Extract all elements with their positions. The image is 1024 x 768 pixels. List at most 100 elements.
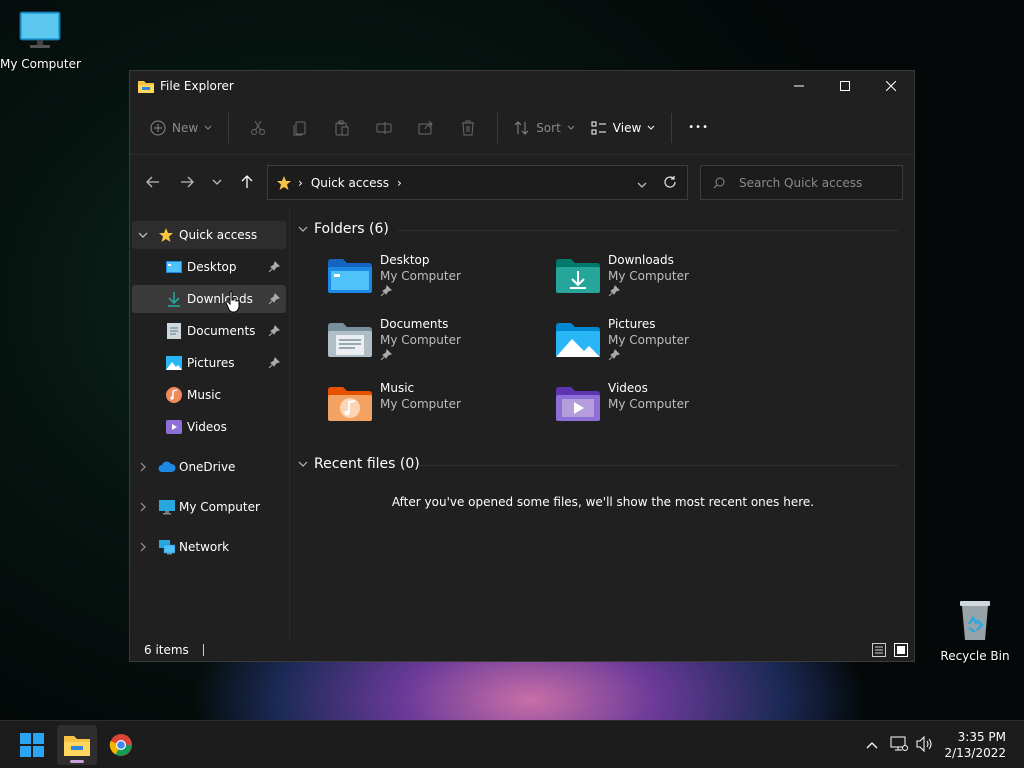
copy-button[interactable]	[285, 112, 315, 144]
desktop-icon-label: Recycle Bin	[940, 649, 1010, 663]
details-view-button[interactable]	[872, 643, 886, 660]
chrome-icon	[109, 734, 132, 756]
folder-tile-videos[interactable]: Videos My Computer	[556, 381, 776, 437]
breadcrumb-separator: ›	[298, 175, 303, 190]
tiles-view-button[interactable]	[894, 643, 908, 660]
sort-label: Sort	[536, 120, 561, 135]
trash-icon	[462, 120, 475, 135]
start-button[interactable]	[12, 725, 52, 765]
status-divider	[202, 644, 204, 656]
sidebar-item-onedrive[interactable]: OneDrive	[132, 453, 286, 481]
view-label: View	[612, 120, 642, 135]
recent-locations-button[interactable]	[202, 167, 232, 197]
clock-date: 2/13/2022	[944, 746, 1006, 760]
details-view-icon	[872, 643, 886, 657]
up-button[interactable]	[232, 167, 262, 197]
maximize-button[interactable]	[822, 71, 868, 101]
forward-button[interactable]	[172, 167, 202, 197]
share-button[interactable]	[411, 112, 441, 144]
sidebar-item-label: Videos	[187, 420, 227, 434]
folder-location: My Computer	[380, 333, 461, 347]
chevron-right-icon	[140, 502, 146, 512]
clock[interactable]: 3:35 PM 2/13/2022	[944, 729, 1006, 761]
paste-button[interactable]	[327, 112, 357, 144]
chevron-down-icon	[212, 179, 222, 185]
chevron-down-icon	[138, 232, 148, 238]
more-options-label: •••	[688, 122, 709, 133]
sidebar-item-downloads[interactable]: Downloads	[132, 285, 286, 313]
view-icon	[591, 121, 606, 134]
item-count: 6 items	[144, 643, 189, 657]
music-icon	[166, 387, 182, 403]
pin-icon	[268, 357, 280, 369]
folder-tile-desktop[interactable]: Desktop My Computer	[328, 253, 548, 309]
folders-section-header[interactable]: Folders (6)	[298, 221, 898, 237]
toolbar-divider	[671, 112, 673, 143]
more-options-button[interactable]: •••	[680, 112, 717, 144]
folders-section-title: Folders (6)	[314, 221, 389, 237]
chevron-right-icon	[140, 462, 146, 472]
taskbar: 3:35 PM 2/13/2022	[0, 720, 1024, 768]
title-bar[interactable]: File Explorer	[130, 71, 914, 101]
mouse-cursor-icon	[225, 291, 240, 313]
new-button[interactable]: New	[142, 112, 220, 144]
sidebar-item-my-computer[interactable]: My Computer	[132, 493, 286, 521]
recent-files-section-header[interactable]: Recent files (0)	[298, 456, 898, 472]
breadcrumb-separator: ›	[397, 175, 402, 190]
videos-icon	[166, 420, 182, 434]
breadcrumb-location[interactable]: Quick access	[311, 176, 389, 190]
search-box[interactable]: Search Quick access	[700, 165, 903, 200]
show-hidden-icons-button[interactable]	[866, 738, 878, 752]
view-button[interactable]: View	[583, 112, 663, 144]
sidebar-item-label: My Computer	[179, 500, 260, 514]
chevron-down-icon	[567, 125, 575, 130]
pin-icon	[608, 285, 620, 297]
sidebar-item-pictures[interactable]: Pictures	[132, 349, 286, 377]
sidebar-item-label: Downloads	[187, 292, 253, 306]
toolbar-divider	[497, 112, 499, 143]
recent-files-section-title: Recent files (0)	[314, 456, 420, 472]
address-dropdown-button[interactable]	[637, 177, 647, 191]
folder-tile-pictures[interactable]: Pictures My Computer	[556, 317, 776, 373]
refresh-button[interactable]	[663, 175, 677, 192]
search-icon	[713, 177, 725, 188]
sidebar-item-label: Music	[187, 388, 222, 402]
folder-location: My Computer	[608, 269, 689, 283]
sort-button[interactable]: Sort	[506, 112, 583, 144]
chevron-down-icon	[298, 461, 308, 467]
desktop-icon	[166, 261, 182, 273]
sidebar-item-network[interactable]: Network	[132, 533, 286, 561]
folder-tile-music[interactable]: Music My Computer	[328, 381, 548, 437]
desktop-icon-my-computer[interactable]: My Computer	[0, 10, 81, 71]
pin-icon	[268, 261, 280, 273]
delete-button[interactable]	[453, 112, 483, 144]
folder-location: My Computer	[380, 269, 461, 283]
sidebar-item-videos[interactable]: Videos	[132, 413, 286, 441]
pin-icon	[268, 293, 280, 305]
folder-tile-documents[interactable]: Documents My Computer	[328, 317, 548, 373]
back-button[interactable]	[138, 167, 168, 197]
volume-button[interactable]	[916, 735, 934, 755]
documents-folder-icon	[328, 323, 372, 357]
desktop-icon-label: My Computer	[0, 57, 81, 71]
minimize-button[interactable]	[776, 71, 822, 101]
folder-tile-downloads[interactable]: Downloads My Computer	[556, 253, 776, 309]
sidebar-item-label: OneDrive	[179, 460, 236, 474]
address-bar[interactable]: › Quick access ›	[267, 165, 688, 200]
rename-button[interactable]	[369, 112, 399, 144]
sidebar-item-quick-access[interactable]: Quick access	[132, 221, 286, 249]
taskbar-chrome[interactable]	[101, 725, 141, 765]
sidebar-item-desktop[interactable]: Desktop	[132, 253, 286, 281]
network-status-button[interactable]	[890, 736, 909, 755]
window-title: File Explorer	[160, 79, 234, 93]
sidebar-item-music[interactable]: Music	[132, 381, 286, 409]
folder-icon	[64, 736, 90, 756]
arrow-left-icon	[146, 176, 159, 188]
cut-button[interactable]	[243, 112, 273, 144]
sidebar-item-documents[interactable]: Documents	[132, 317, 286, 345]
taskbar-file-explorer[interactable]	[57, 725, 97, 765]
close-button[interactable]	[868, 71, 914, 101]
file-explorer-window: File Explorer New Sort View ••• › Quick …	[129, 70, 915, 662]
desktop-icon-recycle-bin[interactable]: Recycle Bin	[935, 598, 1015, 663]
videos-folder-icon	[556, 387, 600, 421]
